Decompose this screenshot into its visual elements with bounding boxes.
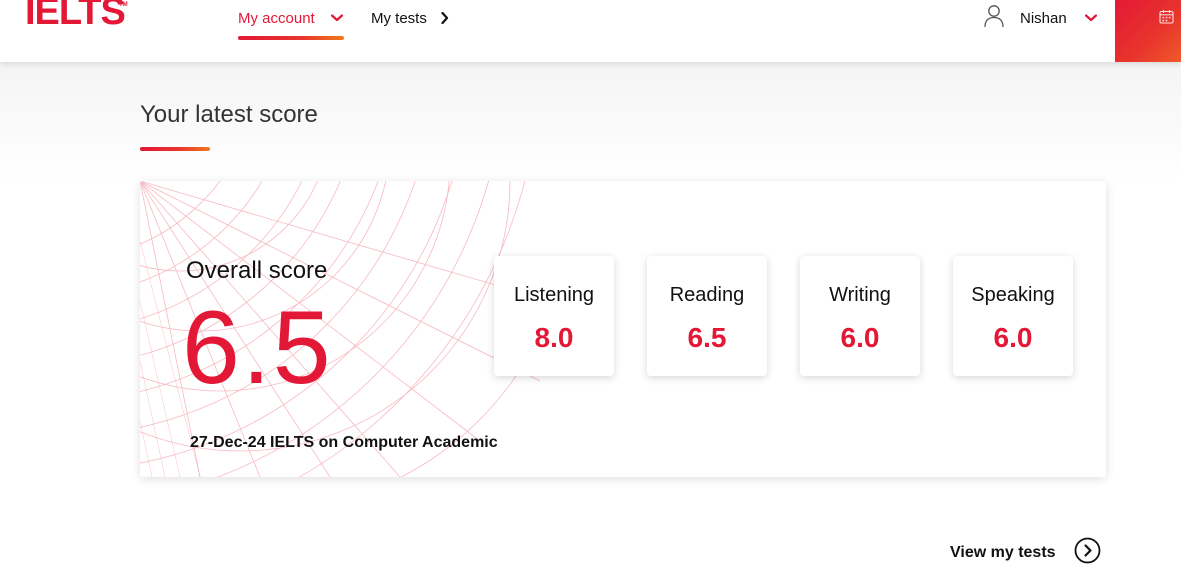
band-name: Writing: [829, 284, 891, 306]
active-nav-underline: [238, 36, 344, 40]
nav-my-tests-label: My tests: [371, 9, 427, 27]
nav-my-tests[interactable]: My tests: [371, 0, 449, 36]
circle-arrow-right-icon: [1074, 537, 1101, 569]
band-name: Reading: [669, 284, 745, 306]
band-card-listening: Listening 8.0: [494, 256, 614, 376]
band-score: 6.0: [993, 322, 1033, 353]
view-my-tests-label: View my tests: [950, 544, 1056, 561]
book-test-button[interactable]: [1115, 0, 1181, 62]
chevron-right-icon: [441, 12, 449, 24]
calendar-icon: [1159, 9, 1174, 29]
band-score: 8.0: [534, 322, 574, 353]
nav-my-account-label: My account: [238, 9, 315, 27]
user-name: Nishan: [1020, 9, 1067, 27]
user-icon: [984, 4, 1004, 32]
section-title-underline: [140, 147, 210, 151]
band-name: Listening: [513, 284, 595, 306]
user-menu[interactable]: Nishan: [984, 0, 1097, 36]
nav-my-account[interactable]: My account: [238, 0, 343, 36]
ielts-logo[interactable]: IELTS: [25, 0, 126, 32]
chevron-down-icon: [1084, 14, 1097, 22]
top-navigation-bar: IELTS TM My account My tests Nishan: [0, 0, 1181, 62]
latest-score-card: Overall score 6.5 27-Dec-24 IELTS on Com…: [140, 181, 1106, 477]
band-score: 6.5: [687, 322, 727, 353]
band-card-reading: Reading 6.5: [647, 256, 767, 376]
chevron-down-icon: [330, 14, 343, 22]
logo-trademark: TM: [119, 2, 128, 8]
overall-score-value: 6.5: [182, 290, 333, 406]
band-name: Speaking: [971, 284, 1055, 306]
test-date-and-type: 27-Dec-24 IELTS on Computer Academic: [190, 434, 498, 451]
band-score: 6.0: [840, 322, 880, 353]
view-my-tests-link[interactable]: View my tests: [950, 537, 1101, 569]
band-card-writing: Writing 6.0: [800, 256, 920, 376]
overall-score-label: Overall score: [186, 257, 328, 284]
band-card-speaking: Speaking 6.0: [953, 256, 1073, 376]
section-title: Your latest score: [140, 101, 318, 128]
